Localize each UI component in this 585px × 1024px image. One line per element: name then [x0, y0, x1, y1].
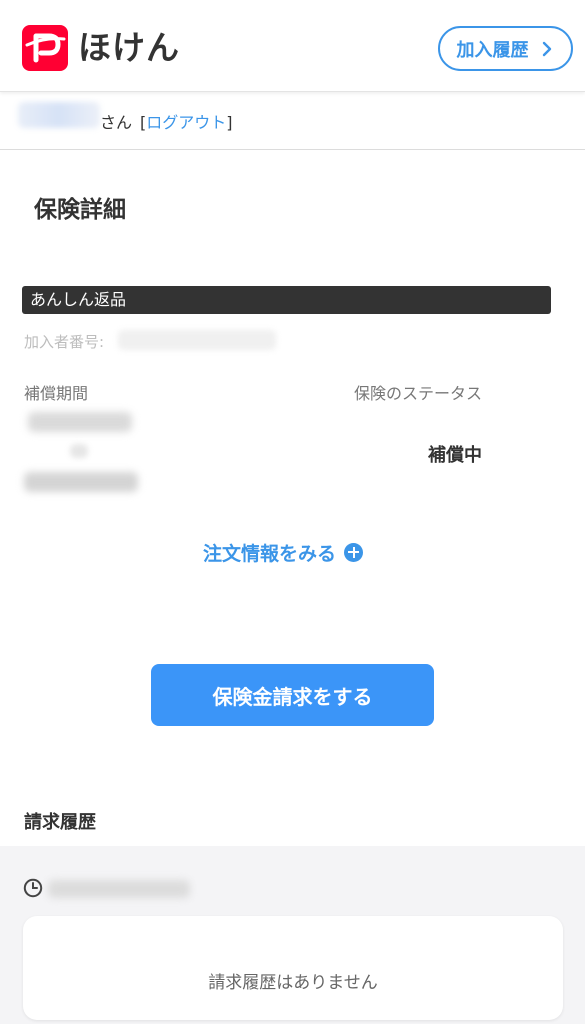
coverage-range-separator	[70, 444, 88, 458]
order-info-link[interactable]: 注文情報をみる	[203, 539, 364, 565]
policy-status-label: 保険のステータス	[354, 384, 483, 403]
enrollment-history-label: 加入履歴	[456, 39, 529, 61]
policy-status-value: 補償中	[428, 445, 482, 466]
logout-bracket-close: ]	[226, 113, 233, 132]
app-header: ほけん 加入履歴	[0, 0, 585, 92]
enrollment-history-button[interactable]: 加入履歴	[438, 26, 573, 71]
user-bar: さん [ログアウト]	[0, 92, 585, 150]
claims-history-title: 請求履歴	[24, 812, 96, 833]
chevron-right-icon	[542, 41, 551, 56]
paypay-p-logo-icon[interactable]	[22, 25, 68, 71]
file-claim-button[interactable]: 保険金請求をする	[151, 664, 434, 726]
order-info-label: 注文情報をみる	[203, 542, 337, 565]
logout-wrapper: [ログアウト]	[140, 109, 233, 133]
page-title: 保険詳細	[34, 197, 126, 223]
coverage-start-redacted	[28, 412, 132, 432]
plus-circle-icon	[344, 542, 364, 562]
app-logo-text: ほけん	[78, 28, 180, 67]
coverage-end-redacted	[24, 472, 138, 492]
member-number-label: 加入者番号:	[24, 333, 105, 351]
product-name-bar: あんしん返品	[22, 286, 551, 314]
claims-empty-message: 請求履歴はありません	[208, 973, 378, 993]
user-honorific: さん	[100, 113, 133, 132]
member-number-redacted	[118, 330, 276, 350]
claims-timestamp-redacted	[48, 880, 190, 898]
logout-link[interactable]: ログアウト	[146, 113, 226, 132]
user-name-redacted	[18, 102, 100, 128]
coverage-period-label: 補償期間	[24, 384, 89, 403]
clock-icon	[23, 878, 43, 898]
claims-history-card: 請求履歴はありません	[23, 916, 563, 1020]
